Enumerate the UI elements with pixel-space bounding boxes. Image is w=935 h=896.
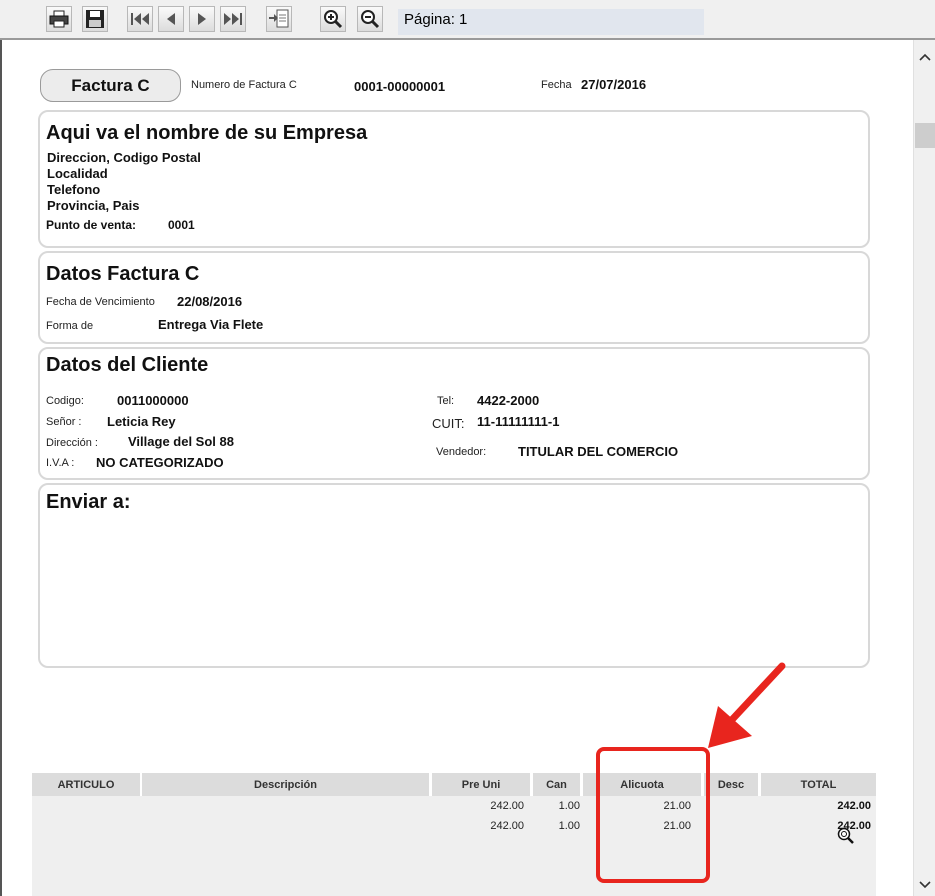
- row-pre-uni: 242.00: [490, 800, 524, 812]
- header-total: TOTAL: [761, 773, 876, 796]
- seller-value: TITULAR DEL COMERCIO: [518, 444, 679, 459]
- invoice-date-label: Fecha: [541, 79, 572, 91]
- invoice-number-value: 0001-00000001: [354, 79, 446, 94]
- zoom-out-button[interactable]: [357, 6, 383, 32]
- invoice-type-badge: Factura C: [40, 69, 181, 102]
- header-can: Can: [533, 773, 580, 796]
- client-title: Datos del Cliente: [46, 354, 209, 376]
- page-indicator: Página: 1: [398, 9, 704, 35]
- zoom-out-icon: [361, 10, 380, 29]
- point-of-sale-label: Punto de venta:: [46, 218, 137, 232]
- row-total: 242.00: [837, 800, 871, 812]
- company-locality: Localidad: [47, 166, 108, 181]
- client-phone-value: 4422-2000: [477, 393, 540, 408]
- first-page-button[interactable]: [127, 6, 153, 32]
- save-icon: [86, 10, 104, 28]
- header-descripcion: Descripción: [142, 773, 429, 796]
- client-name-value: Leticia Rey: [107, 414, 176, 429]
- client-cuit-value: 11-11111111-1: [477, 414, 560, 429]
- client-address-value: Village del Sol 88: [128, 434, 234, 449]
- company-address: Direccion, Codigo Postal: [47, 150, 201, 165]
- print-icon: [49, 10, 69, 28]
- scroll-up-button[interactable]: [914, 46, 935, 68]
- company-phone: Telefono: [47, 182, 101, 197]
- next-page-button[interactable]: [189, 6, 215, 32]
- client-name-label: Señor :: [46, 416, 82, 428]
- scroll-down-button[interactable]: [914, 874, 935, 896]
- next-page-icon: [198, 13, 206, 25]
- company-name: Aqui va el nombre de su Empresa: [46, 122, 368, 144]
- client-iva-value: NO CATEGORIZADO: [96, 455, 224, 470]
- due-date-value: 22/08/2016: [177, 294, 243, 309]
- zoom-in-button[interactable]: [320, 6, 346, 32]
- prev-page-button[interactable]: [158, 6, 184, 32]
- annotation-highlight: [596, 747, 710, 883]
- ship-to-box: [38, 483, 870, 668]
- client-iva-label: I.V.A :: [46, 457, 75, 469]
- header-desc: Desc: [704, 773, 758, 796]
- annotation-arrow-icon: [708, 662, 786, 748]
- save-button[interactable]: [82, 6, 108, 32]
- invoice-data-title: Datos Factura C: [46, 263, 200, 285]
- items-table-body: [32, 796, 876, 896]
- vertical-scrollbar[interactable]: [913, 40, 935, 896]
- viewer-toolbar: Página: 1: [0, 0, 935, 40]
- invoice-number-label: Numero de Factura C: [191, 79, 297, 91]
- invoice-date-value: 27/07/2016: [581, 77, 647, 92]
- header-articulo: ARTICULO: [32, 773, 140, 796]
- ship-to-title: Enviar a:: [46, 491, 131, 513]
- print-button[interactable]: [46, 6, 72, 32]
- last-page-icon: [224, 13, 242, 25]
- scroll-down-icon: [919, 881, 931, 889]
- client-address-label: Dirección :: [46, 437, 98, 449]
- company-province: Provincia, Pais: [47, 198, 140, 213]
- payment-method-label: Forma de: [46, 320, 94, 332]
- row-can: 1.00: [558, 820, 580, 832]
- scroll-thumb[interactable]: [915, 123, 935, 148]
- first-page-icon: [131, 13, 149, 25]
- export-button[interactable]: [266, 6, 292, 32]
- seller-label: Vendedor:: [436, 446, 487, 458]
- client-code-value: 0011000000: [117, 393, 189, 408]
- zoom-in-icon: [324, 10, 343, 29]
- header-pre-uni: Pre Uni: [432, 773, 530, 796]
- prev-page-icon: [167, 13, 175, 25]
- client-phone-label: Tel:: [437, 395, 455, 407]
- due-date-label: Fecha de Vencimiento: [46, 296, 155, 308]
- scroll-up-icon: [919, 53, 931, 61]
- last-page-button[interactable]: [220, 6, 246, 32]
- payment-method-value: Entrega Via Flete: [158, 317, 264, 332]
- export-icon: [269, 9, 289, 28]
- client-cuit-label: CUIT:: [432, 416, 465, 431]
- client-code-label: Codigo:: [46, 395, 84, 407]
- row-pre-uni: 242.00: [490, 820, 524, 832]
- point-of-sale-value: 0001: [168, 218, 195, 232]
- magnifier-cursor-icon: [837, 827, 854, 844]
- row-can: 1.00: [558, 800, 580, 812]
